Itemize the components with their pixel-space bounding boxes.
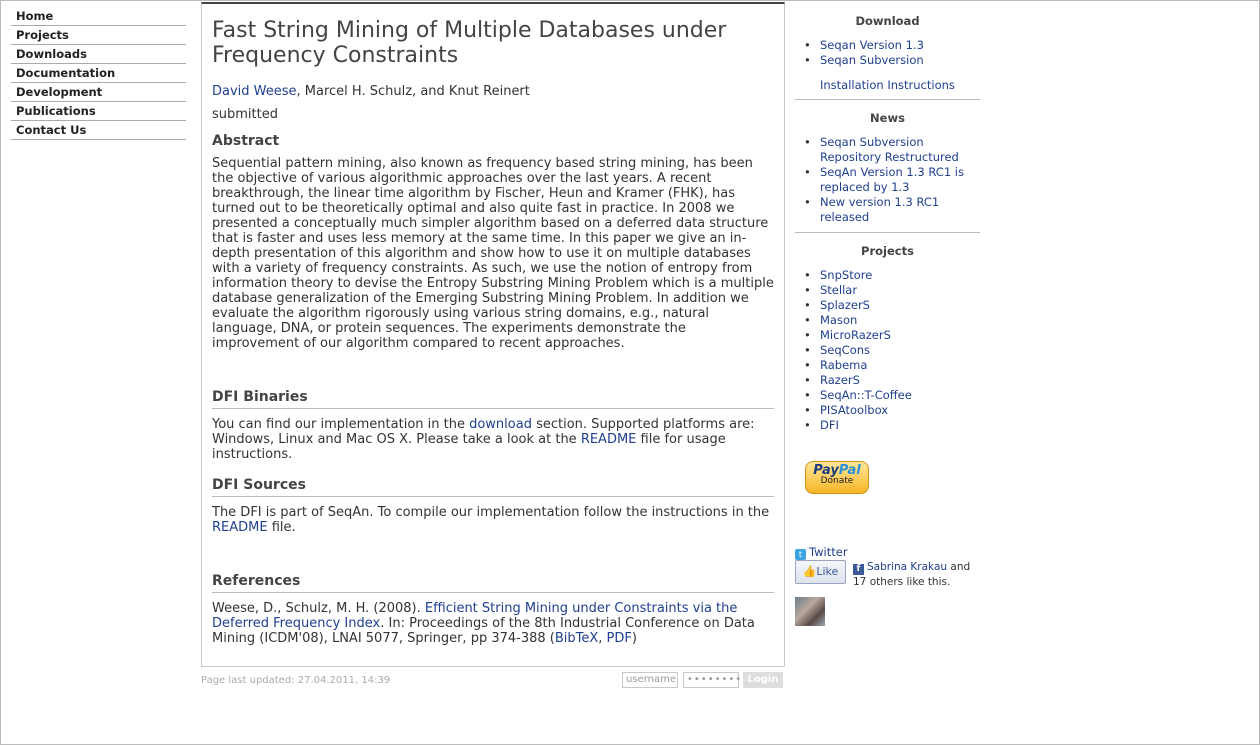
reference-text-part: Weese, D., Schulz, M. H. (2008). xyxy=(212,601,425,616)
list-item: RazerS xyxy=(795,373,980,388)
list-item: Seqan Version 1.3 xyxy=(795,38,980,53)
list-item: Mason xyxy=(795,313,980,328)
download-link-seqan-1-3[interactable]: Seqan Version 1.3 xyxy=(820,38,924,52)
list-item: MicroRazerS xyxy=(795,328,980,343)
binaries-heading: DFI Binaries xyxy=(212,389,774,409)
list-item: SnpStore xyxy=(795,268,980,283)
authors-rest: , Marcel H. Schulz, and Knut Reinert xyxy=(296,84,530,99)
nav-item-development[interactable]: Development xyxy=(11,83,186,102)
avatar[interactable] xyxy=(795,597,825,626)
installation-instructions-link[interactable]: Installation Instructions xyxy=(820,78,955,92)
thumbs-up-icon: 👍 xyxy=(802,565,817,578)
list-item: SeqCons xyxy=(795,343,980,358)
project-link[interactable]: Mason xyxy=(820,313,857,327)
sources-text-part: file. xyxy=(267,520,296,535)
list-item: Seqan Subversion Repository Restructured xyxy=(795,135,980,165)
page-title: Fast String Mining of Multiple Databases… xyxy=(212,18,727,68)
project-link[interactable]: DFI xyxy=(820,418,839,432)
list-item: Seqan Subversion xyxy=(795,53,980,68)
news-list: Seqan Subversion Repository Restructured… xyxy=(795,135,980,225)
page-last-updated: Page last updated: 27.04.2011, 14:39 xyxy=(201,675,391,686)
project-link[interactable]: RazerS xyxy=(820,373,860,387)
publication-status: submitted xyxy=(212,107,278,122)
facebook-like-button[interactable]: 👍Like xyxy=(795,560,846,584)
project-link[interactable]: Rabema xyxy=(820,358,867,372)
reference-text-part: , xyxy=(598,631,607,646)
right-sidebar: Download Seqan Version 1.3 Seqan Subvers… xyxy=(795,14,980,433)
login-button[interactable]: Login xyxy=(743,672,783,688)
nav-item-publications[interactable]: Publications xyxy=(11,102,186,121)
nav-item-documentation[interactable]: Documentation xyxy=(11,64,186,83)
download-link[interactable]: download xyxy=(469,417,532,432)
nav-item-contact-us[interactable]: Contact Us xyxy=(11,121,186,140)
news-link[interactable]: New version 1.3 RC1 released xyxy=(820,195,939,224)
author-link[interactable]: David Weese xyxy=(212,84,297,99)
facebook-like-text: f Sabrina Krakau and 17 others like this. xyxy=(853,560,983,589)
list-item: SeqAn::T-Coffee xyxy=(795,388,980,403)
news-title: News xyxy=(870,111,905,125)
abstract-heading: Abstract xyxy=(212,133,280,149)
pdf-link[interactable]: PDF xyxy=(607,631,632,646)
list-item: DFI xyxy=(795,418,980,433)
news-link[interactable]: SeqAn Version 1.3 RC1 is replaced by 1.3 xyxy=(820,165,964,194)
download-block: Download Seqan Version 1.3 Seqan Subvers… xyxy=(795,14,980,100)
sources-text: The DFI is part of SeqAn. To compile our… xyxy=(212,505,774,535)
main-content: Fast String Mining of Multiple Databases… xyxy=(201,2,785,667)
project-link[interactable]: SplazerS xyxy=(820,298,870,312)
binaries-text-part: You can find our implementation in the xyxy=(212,417,470,432)
project-link[interactable]: MicroRazerS xyxy=(820,328,891,342)
nav-item-home[interactable]: Home xyxy=(11,7,186,26)
list-item: SeqAn Version 1.3 RC1 is replaced by 1.3 xyxy=(795,165,980,195)
readme-link[interactable]: README xyxy=(581,432,637,447)
list-item: PISAtoolbox xyxy=(795,403,980,418)
news-link[interactable]: Seqan Subversion Repository Restructured xyxy=(820,135,959,164)
list-item: Stellar xyxy=(795,283,980,298)
left-navigation: Home Projects Downloads Documentation De… xyxy=(11,7,186,140)
password-input[interactable]: •••••••• xyxy=(683,672,741,688)
twitter-link-block[interactable]: t Twitter xyxy=(795,545,848,560)
authors: David Weese, Marcel H. Schulz, and Knut … xyxy=(212,84,774,100)
reference-entry: Weese, D., Schulz, M. H. (2008). Efficie… xyxy=(212,601,774,646)
list-item: Rabema xyxy=(795,358,980,373)
projects-list: SnpStore Stellar SplazerS Mason MicroRaz… xyxy=(795,268,980,433)
reference-text-part: ) xyxy=(631,631,637,646)
nav-item-downloads[interactable]: Downloads xyxy=(11,45,186,64)
installation-block: Installation Instructions xyxy=(795,78,980,92)
readme-link-sources[interactable]: README xyxy=(212,520,268,535)
list-item: SplazerS xyxy=(795,298,980,313)
download-list: Seqan Version 1.3 Seqan Subversion xyxy=(795,38,980,68)
twitter-link[interactable]: Twitter xyxy=(809,545,848,559)
nav-item-projects[interactable]: Projects xyxy=(11,26,186,45)
facebook-liker-link[interactable]: Sabrina Krakau xyxy=(867,561,947,573)
sources-heading: DFI Sources xyxy=(212,477,774,497)
projects-title: Projects xyxy=(861,244,914,258)
abstract-text: Sequential pattern mining, also known as… xyxy=(212,156,774,351)
bibtex-link[interactable]: BibTeX xyxy=(555,631,598,646)
list-item: New version 1.3 RC1 released xyxy=(795,195,980,225)
sources-text-part: The DFI is part of SeqAn. To compile our… xyxy=(212,505,770,520)
news-block: News Seqan Subversion Repository Restruc… xyxy=(795,111,980,233)
facebook-icon: f xyxy=(853,564,864,575)
project-link[interactable]: Stellar xyxy=(820,283,857,297)
project-link[interactable]: PISAtoolbox xyxy=(820,403,888,417)
references-heading: References xyxy=(212,573,774,593)
project-link[interactable]: SeqAn::T-Coffee xyxy=(820,388,912,402)
project-link[interactable]: SeqCons xyxy=(820,343,870,357)
like-label: Like xyxy=(816,565,839,578)
username-input[interactable]: username xyxy=(622,672,678,688)
download-title: Download xyxy=(855,14,920,28)
binaries-text: You can find our implementation in the d… xyxy=(212,417,774,462)
project-link[interactable]: SnpStore xyxy=(820,268,872,282)
projects-block: Projects SnpStore Stellar SplazerS Mason… xyxy=(795,244,980,433)
paypal-donate-button[interactable]: PayPal Donate xyxy=(805,461,869,494)
download-link-seqan-subversion[interactable]: Seqan Subversion xyxy=(820,53,924,67)
twitter-icon: t xyxy=(795,549,806,560)
